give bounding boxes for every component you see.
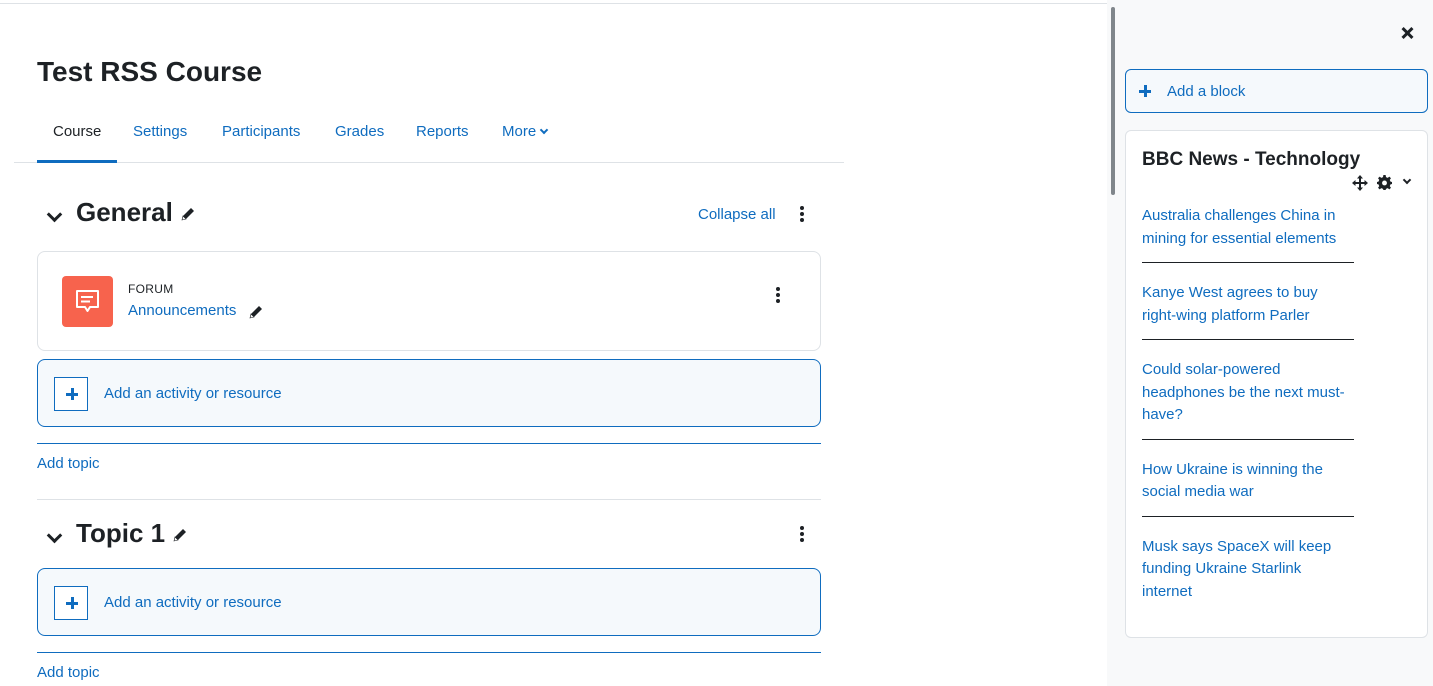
section-title-topic1: Topic 1 bbox=[76, 518, 188, 549]
add-activity-label: Add an activity or resource bbox=[104, 385, 282, 402]
collapse-chevron-icon[interactable] bbox=[47, 530, 61, 544]
divider bbox=[37, 443, 821, 444]
news-link[interactable]: Australia challenges China in mining for… bbox=[1142, 207, 1336, 247]
tab-course[interactable]: Course bbox=[37, 108, 118, 163]
activity-forum-card: FORUM Announcements bbox=[37, 251, 821, 351]
list-item: Could solar-powered headphones be the ne… bbox=[1142, 359, 1354, 440]
chevron-down-icon bbox=[539, 125, 549, 135]
section-menu-kebab-icon[interactable] bbox=[797, 206, 807, 224]
activity-name-link[interactable]: Announcements bbox=[128, 302, 236, 319]
news-link[interactable]: Kanye West agrees to buy right-wing plat… bbox=[1142, 284, 1318, 324]
move-icon[interactable] bbox=[1352, 175, 1368, 191]
plus-icon bbox=[1139, 85, 1151, 97]
tab-more-label: More bbox=[502, 123, 537, 140]
add-topic-link[interactable]: Add topic bbox=[37, 455, 100, 472]
edit-pencil-icon[interactable] bbox=[248, 304, 264, 320]
section-title-text: General bbox=[76, 197, 173, 227]
list-item: Kanye West agrees to buy right-wing plat… bbox=[1142, 282, 1354, 340]
tab-participants[interactable]: Participants bbox=[206, 108, 316, 163]
block-drawer: Add a block BBC News - Technology Austra… bbox=[1107, 0, 1433, 686]
section-title-text: Topic 1 bbox=[76, 518, 166, 548]
plus-icon bbox=[54, 586, 88, 620]
collapse-chevron-icon[interactable] bbox=[47, 209, 61, 223]
add-activity-label: Add an activity or resource bbox=[104, 594, 282, 611]
add-activity-button[interactable]: Add an activity or resource bbox=[37, 359, 821, 427]
list-item: Musk says SpaceX will keep funding Ukrai… bbox=[1142, 536, 1354, 616]
chevron-down-icon[interactable] bbox=[1402, 175, 1412, 185]
block-controls bbox=[1352, 175, 1418, 191]
list-item: Australia challenges China in mining for… bbox=[1142, 205, 1354, 263]
edit-pencil-icon[interactable] bbox=[180, 206, 196, 222]
top-divider bbox=[0, 3, 1107, 4]
add-activity-button[interactable]: Add an activity or resource bbox=[37, 568, 821, 636]
news-list: Australia challenges China in mining for… bbox=[1142, 205, 1354, 634]
news-link[interactable]: Musk says SpaceX will keep funding Ukrai… bbox=[1142, 538, 1331, 600]
plus-icon bbox=[54, 377, 88, 411]
block-title: BBC News - Technology bbox=[1142, 149, 1361, 170]
section-topic1-header: Topic 1 bbox=[37, 518, 821, 564]
news-link[interactable]: How Ukraine is winning the social media … bbox=[1142, 461, 1323, 501]
tab-grades[interactable]: Grades bbox=[319, 108, 400, 163]
section-title-general: General bbox=[76, 197, 196, 228]
add-block-button[interactable]: Add a block bbox=[1125, 69, 1428, 113]
activity-type-label: FORUM bbox=[128, 282, 174, 296]
collapse-all-link[interactable]: Collapse all bbox=[698, 206, 776, 223]
news-link[interactable]: Could solar-powered headphones be the ne… bbox=[1142, 361, 1345, 423]
tab-more[interactable]: More bbox=[486, 108, 563, 163]
scrollbar[interactable] bbox=[1111, 7, 1115, 195]
edit-pencil-icon[interactable] bbox=[172, 527, 188, 543]
activity-menu-kebab-icon[interactable] bbox=[773, 287, 783, 305]
tab-settings[interactable]: Settings bbox=[117, 108, 203, 163]
gear-icon[interactable] bbox=[1377, 175, 1392, 190]
list-item: How Ukraine is winning the social media … bbox=[1142, 459, 1354, 517]
section-menu-kebab-icon[interactable] bbox=[797, 526, 807, 544]
add-topic-link[interactable]: Add topic bbox=[37, 664, 100, 681]
page-title: Test RSS Course bbox=[37, 56, 263, 87]
close-icon[interactable] bbox=[1401, 26, 1415, 40]
forum-icon[interactable] bbox=[62, 276, 113, 327]
tab-reports[interactable]: Reports bbox=[400, 108, 485, 163]
divider bbox=[37, 652, 821, 653]
add-block-label: Add a block bbox=[1167, 83, 1246, 100]
rss-block: BBC News - Technology Australia challeng… bbox=[1125, 130, 1428, 638]
course-secondary-nav: Course Settings Participants Grades Repo… bbox=[14, 108, 844, 163]
divider bbox=[37, 499, 821, 500]
